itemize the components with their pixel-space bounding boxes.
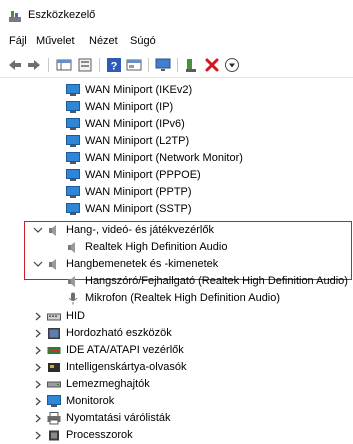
download-icon[interactable] — [224, 57, 240, 73]
window-title: Eszközkezelő — [28, 9, 96, 21]
device-label: WAN Miniport (IKEv2) — [85, 84, 193, 96]
toolbar-separator — [148, 58, 149, 72]
network-adapter-icon — [66, 135, 80, 147]
title-bar: Eszközkezelő — [0, 0, 353, 30]
network-adapter-icon — [66, 118, 80, 130]
device-label: Mikrofon (Realtek High Definition Audio) — [85, 292, 281, 304]
help-icon[interactable]: ? — [106, 57, 122, 73]
device-label: Hangszóró/Fejhallgató (Realtek High Defi… — [85, 275, 348, 287]
monitor-icon[interactable] — [155, 57, 171, 73]
menu-bar: Fájl Művelet Nézet Súgó — [0, 32, 353, 52]
category-label: Processzorok — [66, 429, 133, 441]
forward-icon[interactable] — [26, 57, 42, 73]
network-adapter-icon — [66, 186, 80, 198]
chevron-right-icon[interactable] — [33, 325, 43, 342]
microphone-icon — [68, 292, 78, 305]
hid-icon — [47, 313, 61, 321]
smart-card-reader-icon — [48, 363, 60, 372]
properties-grid-icon[interactable] — [56, 57, 72, 73]
device-label: WAN Miniport (PPPOE) — [85, 169, 201, 181]
device-label: WAN Miniport (SSTP) — [85, 203, 192, 215]
category-label: Nyomtatási várólisták — [66, 412, 171, 424]
chevron-right-icon[interactable] — [33, 376, 43, 393]
update-driver-icon[interactable] — [184, 57, 200, 73]
chevron-right-icon[interactable] — [33, 427, 43, 444]
network-adapter-icon — [66, 84, 80, 96]
category-label: Hangbemenetek és -kimenetek — [66, 258, 219, 270]
device-label: WAN Miniport (IP) — [85, 101, 174, 113]
toolbar-separator — [99, 58, 100, 72]
speaker-icon — [49, 225, 56, 236]
category-label: Intelligenskártya-olvasók — [66, 361, 187, 373]
view-icon[interactable] — [126, 57, 142, 73]
category-label: IDE ATA/ATAPI vezérlők — [66, 344, 184, 356]
chevron-down-icon[interactable] — [33, 256, 43, 273]
processor-icon — [49, 430, 59, 441]
menu-action[interactable]: Művelet — [36, 35, 75, 47]
chevron-right-icon[interactable] — [33, 359, 43, 376]
menu-help[interactable]: Súgó — [130, 35, 156, 47]
uninstall-icon[interactable] — [204, 57, 220, 73]
device-label: Realtek High Definition Audio — [85, 241, 228, 253]
speaker-icon — [68, 242, 75, 253]
speaker-icon — [68, 276, 75, 287]
category-label: Monitorok — [66, 395, 115, 407]
back-icon[interactable] — [7, 57, 23, 73]
category-label: HID — [66, 310, 85, 322]
network-adapter-icon — [66, 203, 80, 215]
category-label: Hordozható eszközök — [66, 327, 172, 339]
toolbar-separator — [177, 58, 178, 72]
menu-file[interactable]: Fájl — [9, 35, 27, 47]
network-adapter-icon — [66, 152, 80, 164]
chevron-right-icon[interactable] — [33, 308, 43, 325]
network-adapter-icon — [66, 169, 80, 181]
toolbar: ? — [0, 53, 353, 78]
device-label: WAN Miniport (Network Monitor) — [85, 152, 243, 164]
category-label: Hang-, videó- és játékvezérlők — [66, 224, 214, 236]
device-tree: WAN Miniport (IKEv2) WAN Miniport (IP) W… — [0, 82, 353, 441]
toolbar-separator — [48, 58, 49, 72]
device-label: WAN Miniport (L2TP) — [85, 135, 190, 147]
device-properties-icon[interactable] — [77, 57, 93, 73]
disk-drive-icon — [47, 381, 61, 388]
speaker-icon — [49, 259, 56, 270]
network-adapter-icon — [66, 101, 80, 113]
device-label: WAN Miniport (PPTP) — [85, 186, 192, 198]
chevron-down-icon[interactable] — [33, 222, 43, 239]
device-label: WAN Miniport (IPv6) — [85, 118, 185, 130]
chevron-right-icon[interactable] — [33, 393, 43, 410]
chevron-right-icon[interactable] — [33, 342, 43, 359]
svg-text:?: ? — [111, 61, 118, 73]
portable-device-icon — [48, 328, 60, 339]
monitor-icon — [47, 395, 61, 407]
print-queue-icon — [47, 412, 61, 425]
menu-view[interactable]: Nézet — [89, 35, 118, 47]
device-manager-icon — [9, 11, 21, 22]
chevron-right-icon[interactable] — [33, 410, 43, 427]
ide-controller-icon — [47, 347, 61, 354]
category-label: Lemezmeghajtók — [66, 378, 150, 390]
